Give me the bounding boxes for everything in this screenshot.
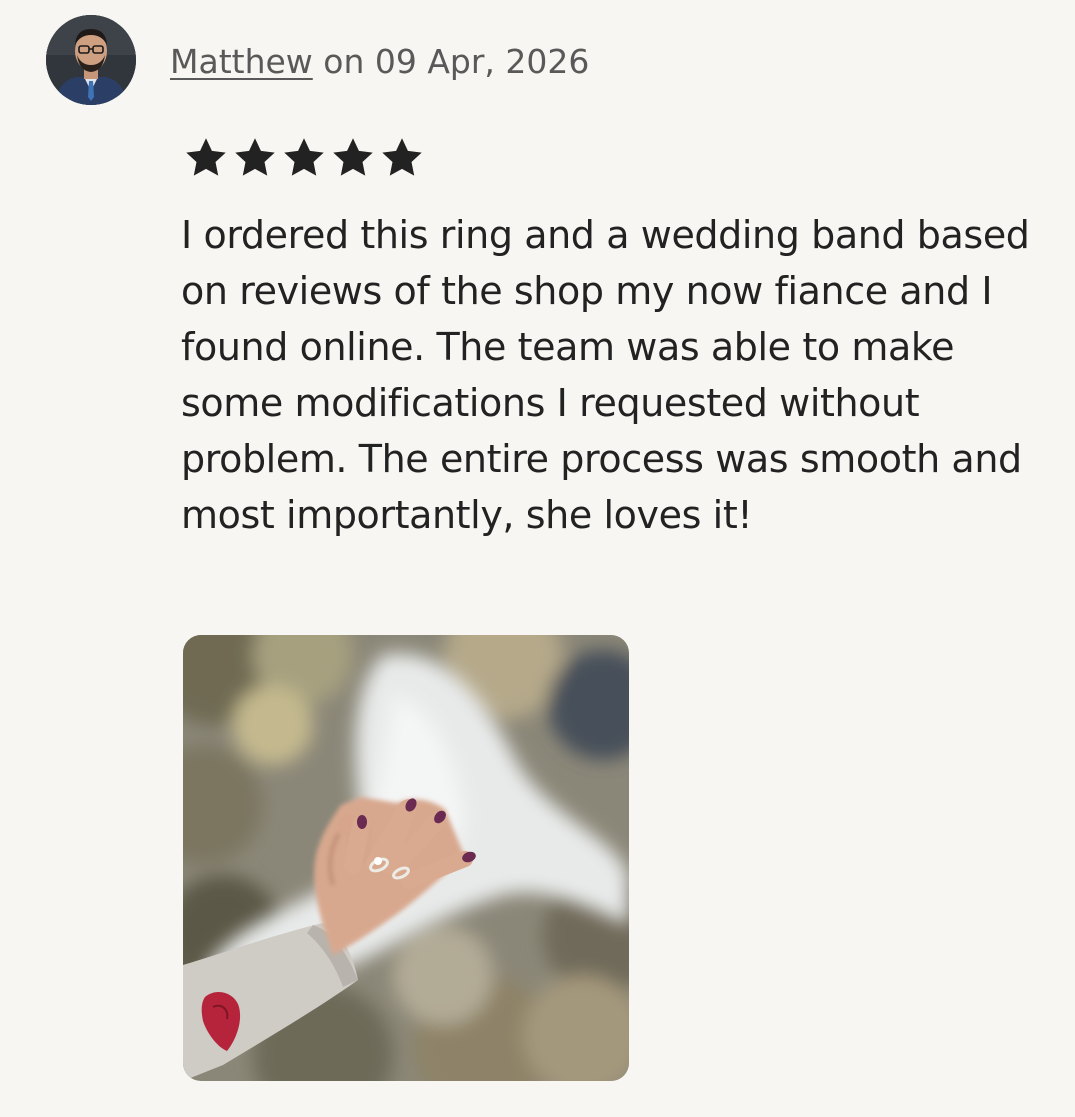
review-text: I ordered this ring and a wedding band b…: [181, 213, 1030, 537]
star-icon: [183, 136, 229, 180]
review-date: on 09 Apr, 2026: [312, 42, 590, 81]
star-icon: [379, 136, 425, 180]
reviewer-name-link[interactable]: Matthew: [170, 42, 313, 81]
review-photo[interactable]: [183, 635, 629, 1081]
star-icon: [281, 136, 327, 180]
star-icon: [232, 136, 278, 180]
reviewer-avatar[interactable]: [46, 15, 136, 105]
review-byline: Matthew on 09 Apr, 2026: [170, 40, 589, 84]
star-rating: [183, 136, 425, 180]
star-icon: [330, 136, 376, 180]
review-card: Matthew on 09 Apr, 2026 I ordered this r…: [0, 0, 1075, 1117]
